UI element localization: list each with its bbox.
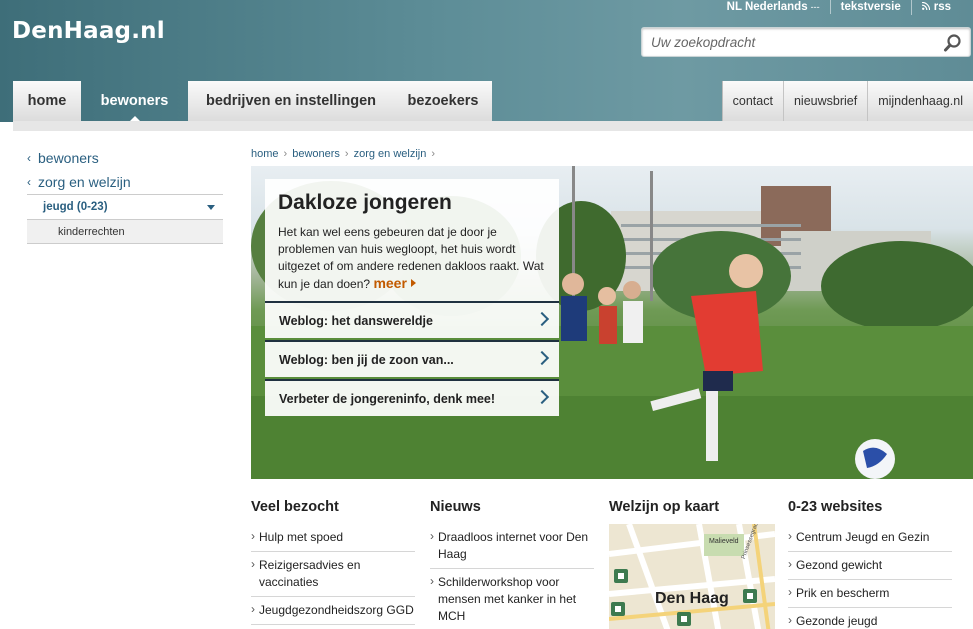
meer-link[interactable]: meer: [373, 275, 416, 291]
hero-text: Het kan wel eens gebeuren dat je door je…: [278, 225, 544, 291]
breadcrumb-bewoners[interactable]: bewoners: [292, 148, 340, 160]
arrow-right-icon: [410, 279, 416, 287]
search-icon[interactable]: [942, 32, 964, 54]
rss-icon: [921, 1, 930, 15]
top-links: NL Nederlands --- tekstversie rss: [717, 0, 961, 15]
breadcrumb-separator: ›: [344, 148, 349, 160]
search-box: [641, 27, 971, 57]
breadcrumb-home[interactable]: home: [251, 148, 279, 160]
chevron-right-icon: [534, 389, 550, 405]
sidebar: ‹ bewoners ‹ zorg en welzijn jeugd (0-23…: [27, 146, 223, 244]
list-item[interactable]: Gezonde jeugd: [788, 608, 952, 629]
list-item[interactable]: Reizigersadvies en vaccinaties: [251, 552, 415, 597]
hero-link-jongereninfo[interactable]: Verbeter de jongereninfo, denk mee!: [265, 379, 559, 416]
sidebar-item-bewoners[interactable]: ‹ bewoners: [27, 146, 223, 170]
map-city-label: Den Haag: [655, 590, 729, 607]
main-nav: home bewoners bedrijven en instellingen …: [13, 81, 973, 122]
tab-bewoners[interactable]: bewoners: [81, 81, 188, 122]
chevron-right-icon: [534, 311, 550, 327]
list-item[interactable]: Draadloos internet voor Den Haag: [430, 524, 594, 569]
hero-link-zoon[interactable]: Weblog: ben jij de zoon van...: [265, 340, 559, 377]
breadcrumb: home › bewoners › zorg en welzijn ›: [251, 148, 440, 160]
search-input[interactable]: [651, 34, 931, 51]
breadcrumb-separator: ›: [283, 148, 288, 160]
chevron-left-icon: ‹: [27, 175, 31, 189]
breadcrumb-separator: ›: [431, 148, 436, 160]
column-nieuws: Nieuws Draadloos internet voor Den Haag …: [430, 499, 594, 629]
list-item[interactable]: Hulp met spoed: [251, 524, 415, 552]
hero-links: Weblog: het danswereldje Weblog: ben jij…: [265, 301, 559, 418]
sidebar-item-kinderrechten[interactable]: kinderrechten: [27, 219, 223, 244]
list-item[interactable]: Jeugdgezondheidszorg GGD: [251, 597, 415, 625]
nieuwsbrief-link[interactable]: nieuwsbrief: [782, 81, 867, 121]
hero-link-danswereldje[interactable]: Weblog: het danswereldje: [265, 301, 559, 338]
column-title: 0-23 websites: [788, 499, 883, 515]
column-veel-bezocht: Veel bezocht Hulp met spoed Reizigersadv…: [251, 499, 415, 625]
sidebar-item-jeugd[interactable]: jeugd (0-23): [27, 194, 223, 219]
list-item[interactable]: Schilderworkshop voor mensen met kanker …: [430, 569, 594, 629]
tab-home[interactable]: home: [13, 81, 81, 121]
column-title: Welzijn op kaart: [609, 499, 720, 515]
tab-bedrijven[interactable]: bedrijven en instellingen: [188, 81, 394, 121]
list-item[interactable]: Gezond gewicht: [788, 552, 952, 580]
site-logo[interactable]: DenHaag.nl: [12, 18, 165, 44]
rss-link[interactable]: rss: [910, 0, 961, 15]
site-header: DenHaag.nl NL Nederlands --- tekstversie …: [0, 0, 973, 122]
mijndenhaag-link[interactable]: mijndenhaag.nl: [867, 81, 973, 121]
nav-right: contact nieuwsbrief mijndenhaag.nl: [721, 81, 973, 121]
contact-link[interactable]: contact: [721, 81, 783, 121]
column-websites: 0-23 websites Centrum Jeugd en Gezin Gez…: [788, 499, 952, 629]
hero-title: Dakloze jongeren: [278, 191, 452, 214]
chevron-down-icon: [207, 205, 215, 210]
hero-banner: Dakloze jongeren Het kan wel eens gebeur…: [251, 166, 973, 479]
subnav-bar: [13, 121, 973, 131]
column-title: Nieuws: [430, 499, 481, 515]
hero-panel: Dakloze jongeren Het kan wel eens gebeur…: [265, 179, 559, 303]
map-place-label: Malieveld: [709, 538, 739, 545]
column-title: Veel bezocht: [251, 499, 339, 515]
language-selector[interactable]: NL Nederlands ---: [717, 0, 830, 14]
list-item[interactable]: Prik en bescherm: [788, 580, 952, 608]
chevron-left-icon: ‹: [27, 151, 31, 165]
welzijn-map[interactable]: Malieveld Prinsessegracht Den Haag: [609, 524, 775, 629]
sidebar-item-zorg[interactable]: ‹ zorg en welzijn: [27, 170, 223, 194]
list-item[interactable]: Centrum Jeugd en Gezin: [788, 524, 952, 552]
tab-bezoekers[interactable]: bezoekers: [394, 81, 492, 121]
textversion-link[interactable]: tekstversie: [829, 0, 911, 14]
chevron-right-icon: [534, 350, 550, 366]
column-welzijn-kaart: Welzijn op kaart Malieveld Prinsessegrac…: [609, 499, 775, 629]
breadcrumb-zorg[interactable]: zorg en welzijn: [354, 148, 427, 160]
